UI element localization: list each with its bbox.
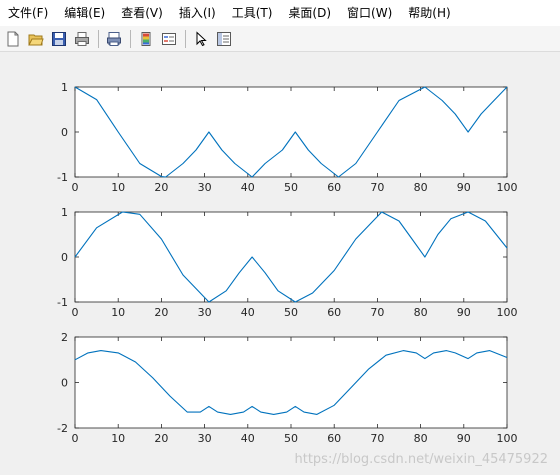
x-tick-label: 50 [284, 306, 298, 319]
x-tick-label: 100 [497, 181, 518, 194]
y-tick-label: 0 [61, 377, 68, 390]
x-tick-label: 70 [370, 432, 384, 445]
menu-insert[interactable]: 插入(I) [171, 2, 224, 24]
x-tick-label: 90 [457, 181, 471, 194]
y-tick-label: -2 [57, 422, 68, 435]
y-tick-label: -1 [57, 171, 68, 184]
x-tick-label: 30 [198, 306, 212, 319]
x-tick-label: 90 [457, 306, 471, 319]
x-tick-label: 60 [327, 306, 341, 319]
open-file-button[interactable] [25, 28, 47, 50]
property-editor-button[interactable] [213, 28, 235, 50]
menu-window[interactable]: 窗口(W) [339, 2, 400, 24]
x-tick-label: 70 [370, 181, 384, 194]
x-tick-label: 100 [497, 306, 518, 319]
legend-icon [162, 32, 176, 45]
y-tick-label: 1 [61, 206, 68, 219]
print-preview-icon [107, 31, 121, 46]
menu-help[interactable]: 帮助(H) [400, 2, 458, 24]
y-tick-label: 1 [61, 81, 68, 94]
new-figure-icon [7, 31, 19, 46]
x-tick-label: 40 [241, 432, 255, 445]
subplots-container: 0 10 20 30 40 50 60 70 80 90 100-1010 10 20 30 40 50 60 7… [57, 81, 517, 445]
menu-view[interactable]: 查看(V) [113, 2, 171, 24]
select-pointer-icon [196, 30, 207, 46]
open-file-icon [28, 34, 44, 45]
save-button[interactable] [48, 28, 70, 50]
x-tick-label: 80 [414, 181, 428, 194]
x-tick-label: 0 [72, 306, 79, 319]
x-tick-label: 20 [154, 432, 168, 445]
property-editor-icon [217, 31, 231, 46]
print-preview-button[interactable] [103, 28, 125, 50]
x-tick-label: 10 [111, 306, 125, 319]
toolbar-separator [130, 29, 131, 48]
x-tick-label: 20 [154, 181, 168, 194]
edit-plot-button[interactable] [190, 28, 212, 50]
y-tick-label: -1 [57, 296, 68, 309]
y-tick-label: 0 [61, 126, 68, 139]
menu-edit[interactable]: 编辑(E) [56, 2, 113, 24]
subplot-2: 0 10 20 30 40 50 60 70 80 90 100 -1 0 1 [57, 206, 517, 319]
x-tick-label: 0 [72, 181, 79, 194]
x-tick-label: 80 [414, 306, 428, 319]
save-icon [52, 31, 66, 46]
legend-button[interactable] [158, 28, 180, 50]
print-button[interactable] [71, 28, 93, 50]
x-tick-label: 60 [327, 432, 341, 445]
colorbar-button[interactable] [135, 28, 157, 50]
subplot-1: 0 10 20 30 40 50 60 70 80 90 100 -1 0 1 [57, 81, 517, 194]
y-tick-label: 0 [61, 251, 68, 264]
x-tick-label: 30 [198, 432, 212, 445]
toolbar-separator [185, 29, 186, 48]
x-tick-label: 70 [370, 306, 384, 319]
axes-box [74, 336, 508, 429]
toolbar-separator [98, 29, 99, 48]
y-tick-label: 2 [61, 331, 68, 344]
matlab-figure-window: 文件(F) 编辑(E) 查看(V) 插入(I) 工具(T) 桌面(D) 窗口(W… [0, 0, 560, 475]
x-tick-label: 90 [457, 432, 471, 445]
axes-box [74, 211, 508, 303]
x-tick-label: 60 [327, 181, 341, 194]
x-tick-label: 30 [198, 181, 212, 194]
figure-toolbar [0, 26, 560, 52]
print-icon [75, 31, 89, 46]
x-tick-label: 0 [72, 432, 79, 445]
x-tick-label: 10 [111, 181, 125, 194]
x-tick-label: 10 [111, 432, 125, 445]
menu-desktop[interactable]: 桌面(D) [280, 2, 339, 24]
menu-tools[interactable]: 工具(T) [224, 2, 281, 24]
watermark: https://blog.csdn.net/weixin_45475922 [294, 452, 548, 467]
x-tick-label: 40 [241, 306, 255, 319]
x-tick-label: 50 [284, 181, 298, 194]
x-tick-label: 80 [414, 432, 428, 445]
x-tick-label: 100 [497, 432, 518, 445]
x-tick-label: 20 [154, 306, 168, 319]
colorbar-icon [141, 31, 151, 46]
menu-file[interactable]: 文件(F) [0, 2, 56, 24]
subplot-3: 0 10 20 30 40 50 60 70 80 90 100 -2 0 2 [57, 331, 517, 445]
x-tick-label: 40 [241, 181, 255, 194]
new-figure-button[interactable] [2, 28, 24, 50]
x-tick-label: 50 [284, 432, 298, 445]
menu-bar: 文件(F) 编辑(E) 查看(V) 插入(I) 工具(T) 桌面(D) 窗口(W… [0, 0, 560, 26]
figure-canvas[interactable]: 0 10 20 30 40 50 60 70 80 90 100 -1 0 1 0 10 20 30 40 50 60 7… [0, 53, 560, 475]
